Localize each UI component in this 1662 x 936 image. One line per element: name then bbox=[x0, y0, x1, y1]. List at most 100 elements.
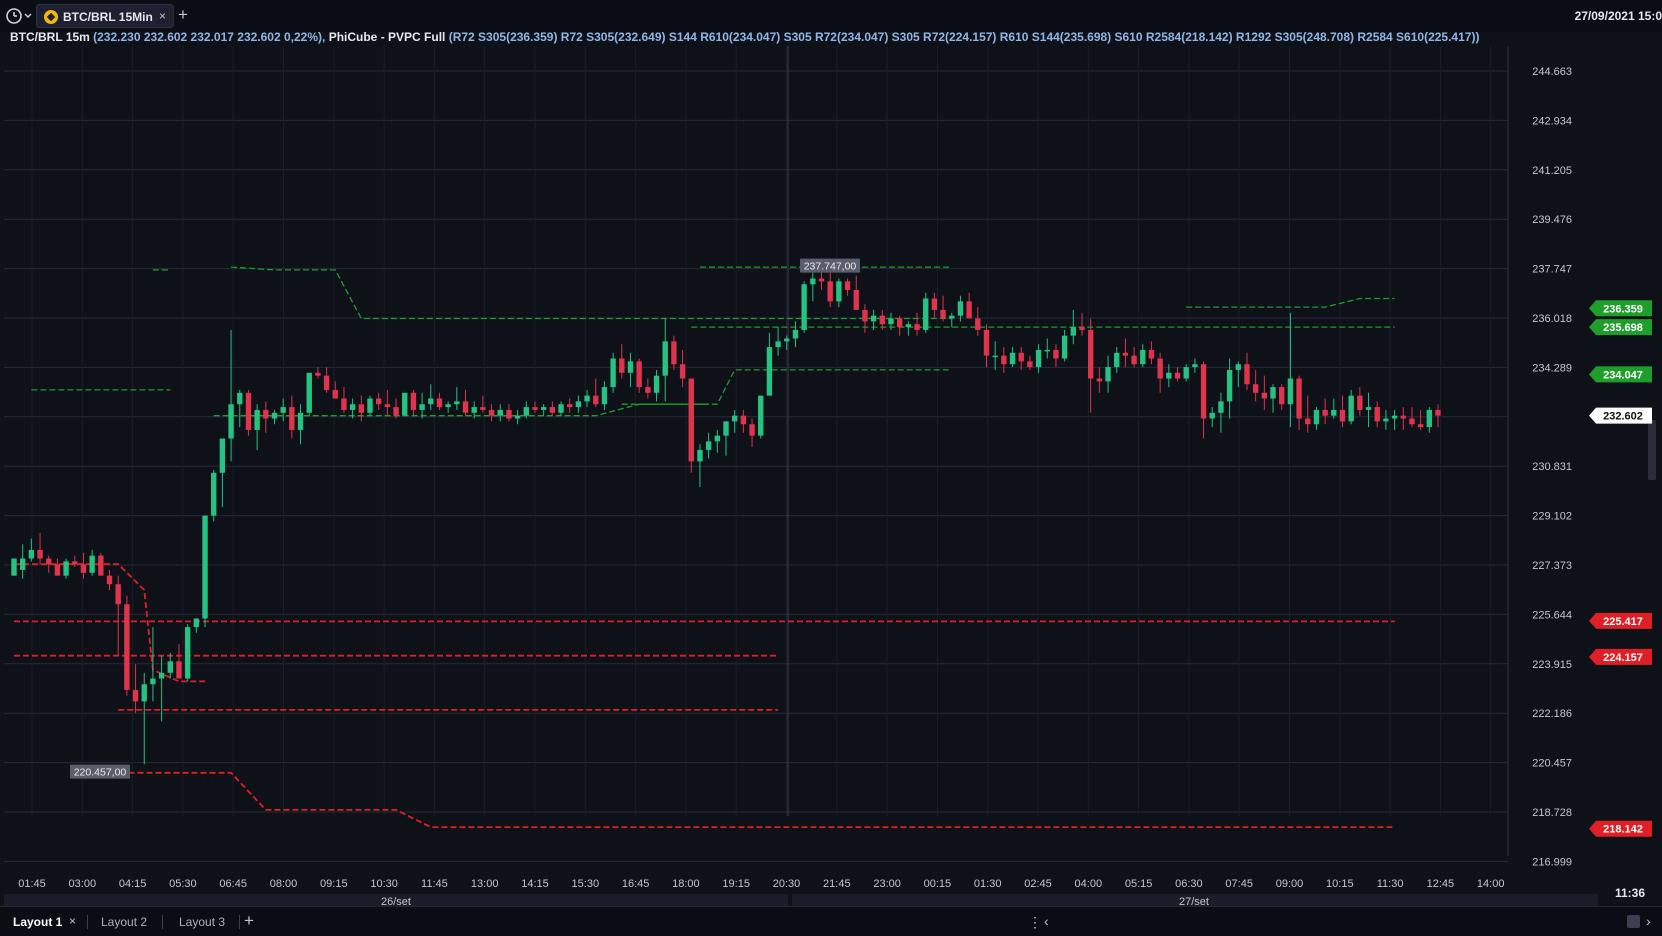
layout-tab-3[interactable]: Layout 3 bbox=[179, 915, 225, 929]
resistance-price-badge: 218.142 bbox=[1589, 820, 1652, 837]
candle-bull bbox=[306, 372, 312, 413]
x-tick-label: 16:45 bbox=[622, 878, 650, 890]
candle-bull bbox=[1114, 352, 1120, 368]
candle-bull bbox=[731, 415, 738, 422]
candle-bull bbox=[349, 404, 356, 410]
x-tick-label: 06:45 bbox=[219, 878, 247, 890]
axis-scroll-handle[interactable] bbox=[1648, 420, 1656, 480]
candle-bear bbox=[1417, 424, 1424, 428]
candle-bull bbox=[402, 392, 408, 416]
candle-bull bbox=[150, 678, 156, 685]
candle-bear bbox=[1252, 384, 1259, 393]
candle-bull bbox=[558, 404, 564, 413]
x-tick-label: 05:30 bbox=[169, 878, 197, 890]
candle-bear bbox=[1131, 355, 1137, 365]
candle-bull bbox=[758, 395, 764, 436]
candle-bear bbox=[1027, 361, 1033, 368]
x-tick-label: 05:15 bbox=[1125, 878, 1153, 890]
layout-tab-2[interactable]: Layout 2 bbox=[101, 915, 147, 929]
layout-tab-1[interactable]: Layout 1 bbox=[13, 915, 62, 929]
candle-bear bbox=[315, 372, 321, 376]
grid-lines bbox=[0, 32, 1662, 906]
scroll-left-icon[interactable]: ‹ bbox=[1044, 913, 1049, 929]
candle-bull bbox=[801, 284, 807, 330]
x-tick-label: 12:45 bbox=[1427, 878, 1455, 890]
legend-indicator-name[interactable]: PhiCube - PVPC Full bbox=[329, 30, 446, 44]
y-tick-label: 241.205 bbox=[1532, 165, 1572, 177]
close-layout-icon[interactable]: × bbox=[69, 914, 76, 928]
candle-bear bbox=[940, 309, 946, 319]
candle-bull bbox=[1218, 401, 1224, 413]
candle-bull bbox=[775, 341, 781, 348]
candle-bull bbox=[514, 415, 521, 419]
candle-bull bbox=[254, 409, 260, 430]
price-chart[interactable]: 237.747,00 220.457,00 244.663 242.934 241.2… bbox=[0, 0, 1662, 906]
support-price-badge: 236.359 bbox=[1589, 300, 1652, 317]
candle-bull bbox=[653, 375, 660, 393]
candle-bear bbox=[384, 404, 391, 408]
resistance-price-badge: 224.157 bbox=[1589, 648, 1652, 665]
candle-bear bbox=[1001, 355, 1007, 365]
candle-bear bbox=[1174, 372, 1181, 379]
x-tick-label: 04:00 bbox=[1075, 878, 1103, 890]
candle-bear bbox=[636, 361, 642, 388]
x-tick-label: 14:00 bbox=[1477, 878, 1505, 890]
candle-bull bbox=[1270, 387, 1276, 399]
resistance-price-badge: 225.417 bbox=[1589, 612, 1652, 629]
candle-bull bbox=[428, 398, 434, 405]
candle-bear bbox=[1305, 418, 1311, 425]
candle-bull bbox=[905, 324, 912, 328]
candle-bear bbox=[931, 298, 938, 310]
candle-bear bbox=[593, 395, 599, 405]
candle-bull bbox=[540, 407, 547, 410]
candle-bear bbox=[1357, 395, 1363, 410]
candle-bull bbox=[792, 329, 799, 339]
x-tick-label: 10:15 bbox=[1326, 878, 1354, 890]
add-layout-button[interactable]: + bbox=[244, 911, 254, 931]
candle-bear bbox=[323, 375, 330, 390]
candle-bull bbox=[1035, 349, 1042, 368]
y-tick-label: 223.915 bbox=[1532, 659, 1572, 671]
x-tick-label: 20:30 bbox=[773, 878, 801, 890]
candle-bull bbox=[1070, 327, 1077, 336]
candle-bear bbox=[853, 289, 859, 310]
candle-bear bbox=[341, 398, 347, 410]
scroll-right-icon[interactable]: › bbox=[1646, 913, 1651, 929]
candle-bull bbox=[1348, 395, 1354, 422]
candle-bear bbox=[1374, 407, 1380, 422]
candle-bear bbox=[263, 409, 269, 419]
candle-bear bbox=[1096, 378, 1103, 382]
candle-bull bbox=[1061, 335, 1068, 359]
candle-bear bbox=[54, 564, 61, 576]
candle-bull bbox=[992, 355, 998, 358]
candle-bull bbox=[1183, 367, 1189, 379]
candle-bull bbox=[1192, 364, 1198, 368]
x-tick-label: 19:15 bbox=[722, 878, 750, 890]
candle-bull bbox=[367, 398, 373, 413]
candle-bull bbox=[1140, 349, 1146, 365]
candle-bear bbox=[740, 415, 747, 425]
candle-bear bbox=[862, 309, 868, 322]
candle-bear bbox=[645, 387, 651, 393]
candle-bull bbox=[601, 387, 608, 405]
x-tick-label: 08:00 bbox=[270, 878, 298, 890]
x-tick-label: 14:15 bbox=[521, 878, 549, 890]
candle-bear bbox=[532, 407, 538, 410]
x-tick-label: 07:45 bbox=[1225, 878, 1253, 890]
panel-toggle-icon[interactable] bbox=[1627, 915, 1640, 928]
candle-bear bbox=[124, 604, 130, 690]
more-options-icon[interactable]: ⋮ bbox=[1028, 914, 1042, 931]
candle-bull bbox=[697, 449, 703, 462]
legend-indicator-levels: (R72 S305(236.359) R72 S305(232.649) S14… bbox=[448, 30, 1480, 44]
candle-bull bbox=[610, 358, 616, 388]
candle-bull bbox=[923, 298, 929, 330]
candle-bear bbox=[488, 409, 495, 416]
candle-bear bbox=[983, 329, 990, 356]
candle-bear bbox=[1400, 415, 1406, 419]
chart-legend: BTC/BRL 15m (232.230 232.602 232.017 232… bbox=[10, 30, 1479, 44]
candle-bear bbox=[436, 398, 443, 408]
x-tick-label: 02:45 bbox=[1024, 878, 1052, 890]
candle-bull bbox=[784, 338, 790, 342]
candle-bull bbox=[836, 281, 842, 302]
candle-bear bbox=[1053, 349, 1059, 359]
